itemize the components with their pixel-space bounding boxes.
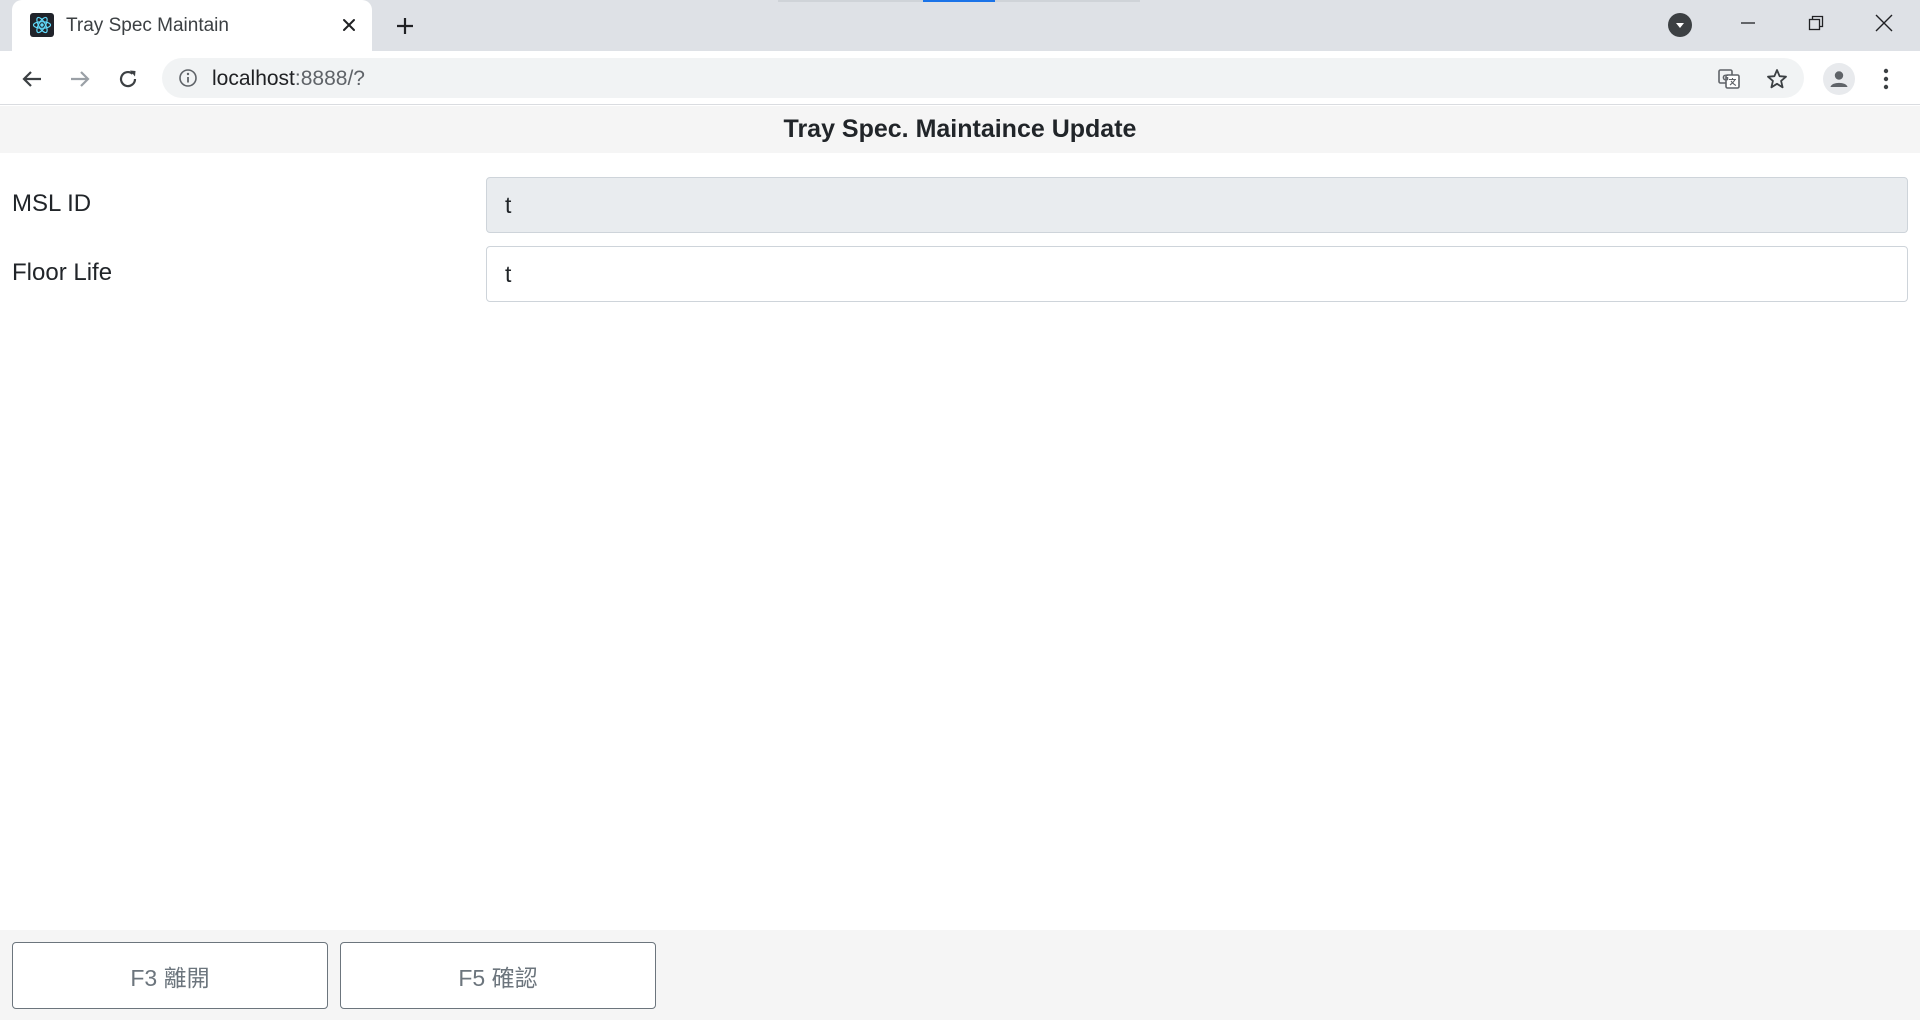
url-text: localhost:8888/?	[212, 67, 365, 91]
exit-button[interactable]: F3 離開	[12, 942, 328, 1009]
site-info-icon[interactable]	[178, 68, 198, 88]
close-window-icon[interactable]	[1856, 0, 1912, 46]
floor-life-input[interactable]	[486, 246, 1908, 302]
tab-search-chevron-icon[interactable]	[1668, 13, 1692, 37]
forward-arrow-icon[interactable]	[64, 63, 96, 95]
translate-icon[interactable]: G	[1716, 66, 1742, 92]
floor-life-label: Floor Life	[12, 259, 113, 286]
msl-id-input[interactable]	[486, 177, 1908, 233]
page-header: Tray Spec. Maintaince Update	[0, 106, 1920, 153]
restore-window-icon[interactable]	[1788, 0, 1844, 46]
msl-id-label: MSL ID	[12, 190, 92, 217]
browser-toolbar: localhost:8888/? G	[0, 51, 1920, 105]
bookmark-star-icon[interactable]	[1764, 66, 1790, 92]
page-content: Tray Spec. Maintaince Update MSL ID Floo…	[0, 106, 1920, 1020]
new-tab-plus-icon[interactable]	[390, 11, 420, 41]
url-path: :8888/?	[294, 67, 365, 90]
svg-text:G: G	[1722, 74, 1729, 83]
page-title: Tray Spec. Maintaince Update	[783, 115, 1137, 143]
react-atom-icon	[30, 13, 54, 37]
address-bar[interactable]: localhost:8888/? G	[162, 58, 1804, 98]
reload-icon[interactable]	[112, 63, 144, 95]
confirm-button[interactable]: F5 確認	[340, 942, 656, 1009]
form-row-msl-id: MSL ID	[0, 176, 1920, 234]
profile-avatar-icon[interactable]	[1823, 63, 1855, 95]
form-row-floor-life: Floor Life	[0, 245, 1920, 303]
browser-menu-kebab-icon[interactable]	[1872, 63, 1900, 95]
back-arrow-icon[interactable]	[16, 63, 48, 95]
browser-tab-active[interactable]: Tray Spec Maintain	[12, 0, 372, 51]
tabstrip-active-indicator	[923, 0, 995, 2]
tab-title: Tray Spec Maintain	[66, 15, 229, 36]
function-key-bar: F3 離開 F5 確認	[0, 930, 1920, 1020]
minimize-window-icon[interactable]	[1720, 0, 1776, 46]
url-host: localhost	[212, 67, 295, 90]
close-tab-icon[interactable]	[336, 12, 362, 38]
browser-tabstrip: Tray Spec Maintain	[0, 0, 1920, 51]
